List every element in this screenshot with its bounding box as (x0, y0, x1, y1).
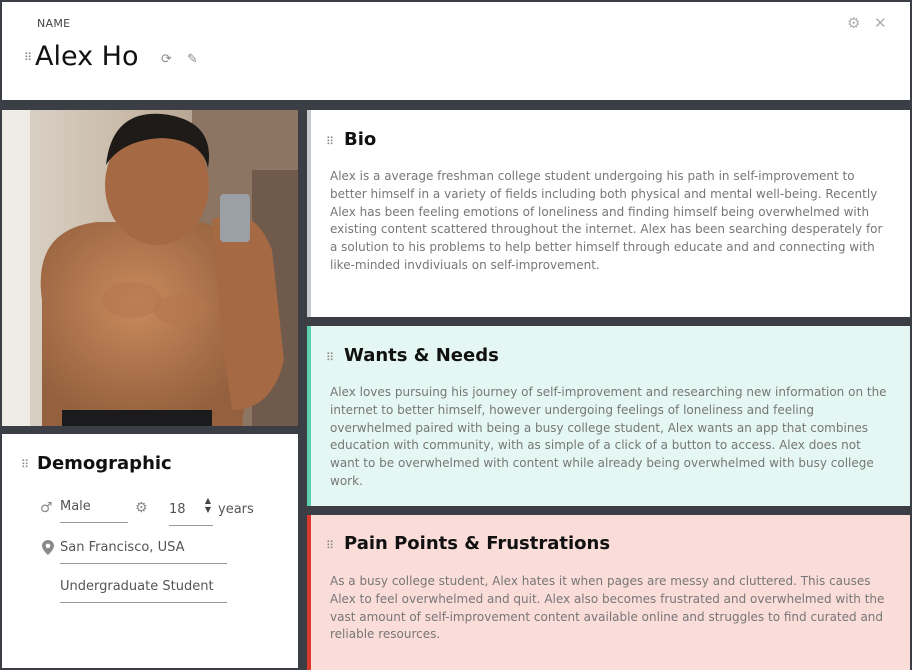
gender-select[interactable]: Male (60, 499, 128, 523)
demographic-title: Demographic (37, 453, 172, 474)
drag-handle-icon[interactable]: ⠿ (326, 136, 334, 147)
close-icon[interactable]: ✕ (874, 16, 887, 31)
refresh-icon[interactable]: ⟳ (161, 53, 172, 67)
age-value: 18 (169, 502, 186, 517)
persona-header: NAME ⠿ Alex Ho ⟳ ✎ ⚙ ✕ (2, 2, 910, 100)
age-unit: years (218, 502, 254, 517)
pain-accent-bar (307, 515, 311, 670)
drag-handle-icon[interactable]: ⠿ (24, 52, 32, 63)
wants-accent-bar (307, 326, 311, 506)
pencil-icon[interactable]: ✎ (187, 53, 198, 67)
persona-name[interactable]: Alex Ho (35, 41, 139, 72)
drag-handle-icon[interactable]: ⠿ (21, 459, 29, 470)
age-input[interactable]: 18 ▲ ▼ (169, 496, 213, 526)
gear-icon[interactable]: ⚙ (135, 501, 148, 515)
gear-icon[interactable]: ⚙ (847, 16, 860, 31)
pain-points-card: ⠿ Pain Points & Frustrations As a busy c… (307, 515, 910, 670)
pain-points-text[interactable]: As a busy college student, Alex hates it… (330, 573, 890, 644)
demographic-panel: ⠿ Demographic ♂ Male ⚙ 18 ▲ ▼ years San F… (2, 434, 298, 668)
bio-card: ⠿ Bio Alex is a average freshman college… (307, 110, 910, 317)
drag-handle-icon[interactable]: ⠿ (326, 540, 334, 551)
bio-text[interactable]: Alex is a average freshman college stude… (330, 168, 890, 275)
wants-needs-card: ⠿ Wants & Needs Alex loves pursuing his … (307, 326, 910, 506)
occupation-field[interactable]: Undergraduate Student (60, 579, 227, 603)
bio-accent-bar (307, 110, 311, 317)
location-pin-icon (42, 540, 54, 558)
stepper-arrows-icon[interactable]: ▲ ▼ (205, 496, 211, 514)
pain-points-title: Pain Points & Frustrations (344, 533, 611, 554)
drag-handle-icon[interactable]: ⠿ (326, 352, 334, 363)
wants-needs-text[interactable]: Alex loves pursuing his journey of self-… (330, 384, 890, 491)
wants-needs-title: Wants & Needs (344, 345, 499, 366)
location-field[interactable]: San Francisco, USA (60, 540, 227, 564)
male-icon: ♂ (40, 500, 53, 516)
bio-title: Bio (344, 129, 377, 150)
name-section-label: NAME (37, 17, 71, 30)
persona-photo-image (2, 110, 298, 426)
persona-photo (2, 110, 298, 426)
